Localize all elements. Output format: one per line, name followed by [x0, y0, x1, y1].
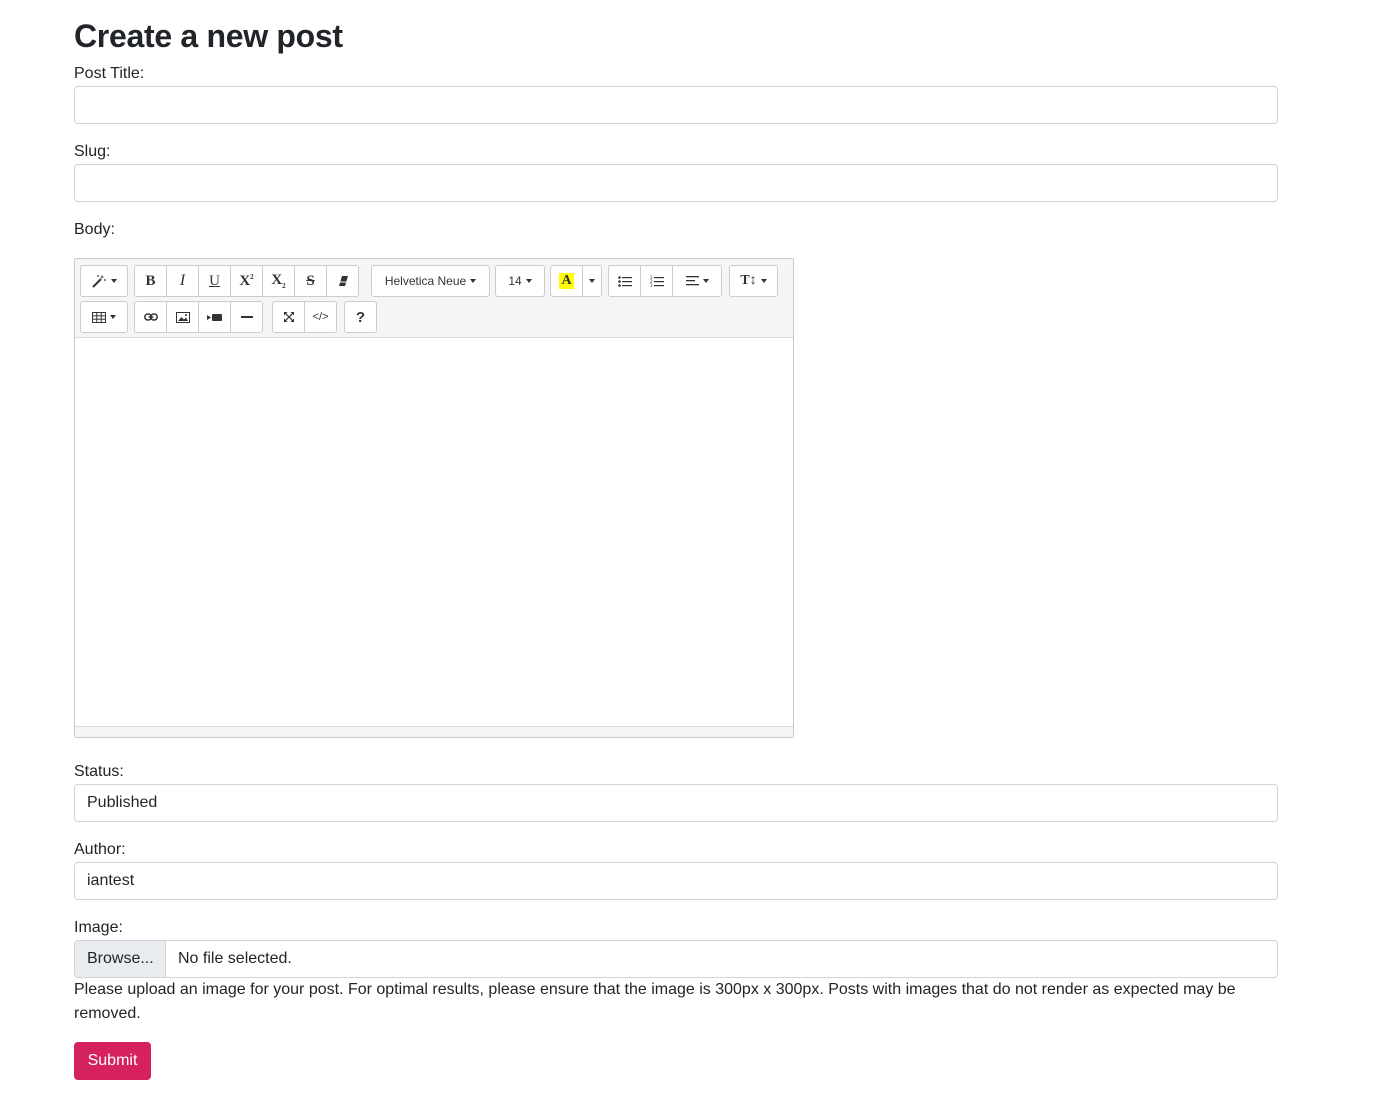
- highlight-color-button[interactable]: A: [550, 265, 583, 297]
- caret-down-icon: [760, 279, 767, 283]
- font-family-dropdown[interactable]: Helvetica Neue: [371, 265, 490, 297]
- image-file-input[interactable]: Browse... No file selected.: [74, 940, 1278, 978]
- link-icon: [143, 312, 158, 322]
- caret-down-icon: [702, 279, 709, 283]
- caret-down-icon: [589, 279, 595, 283]
- code-view-button[interactable]: </>: [304, 301, 337, 333]
- subscript-icon: X2: [271, 272, 286, 290]
- bullet-list-icon: [617, 275, 632, 287]
- caret-down-icon: [470, 279, 477, 283]
- italic-button[interactable]: I: [166, 265, 199, 297]
- editor-toolbar: B I U X2 X2 S Helvetica Neue 14 A 1 2 3 …: [75, 259, 793, 338]
- font-size-dropdown[interactable]: 14: [495, 265, 545, 297]
- body-editable-area[interactable]: [75, 338, 793, 727]
- table-icon: [92, 311, 106, 323]
- post-title-input[interactable]: [74, 86, 1278, 124]
- line-height-icon: T↕: [740, 273, 757, 288]
- bold-icon: B: [145, 272, 156, 289]
- bold-button[interactable]: B: [134, 265, 167, 297]
- help-button[interactable]: ?: [344, 301, 377, 333]
- font-size-value: 14: [508, 274, 522, 288]
- image-help-text: Please upload an image for your post. Fo…: [74, 981, 1236, 1022]
- caret-down-icon: [111, 279, 117, 283]
- page-title: Create a new post: [74, 18, 343, 54]
- picture-icon: [175, 311, 190, 323]
- italic-icon: I: [179, 272, 186, 289]
- file-status-text: No file selected.: [178, 950, 292, 967]
- paragraph-align-dropdown[interactable]: [672, 265, 722, 297]
- insert-picture-button[interactable]: [166, 301, 199, 333]
- unordered-list-button[interactable]: [608, 265, 641, 297]
- author-select[interactable]: iantest: [74, 862, 1278, 900]
- line-height-dropdown[interactable]: T↕: [729, 265, 778, 297]
- table-dropdown-button[interactable]: [80, 301, 128, 333]
- fullscreen-button[interactable]: [272, 301, 305, 333]
- slug-label: Slug:: [74, 143, 111, 160]
- body-editor: B I U X2 X2 S Helvetica Neue 14 A 1 2 3 …: [74, 258, 794, 738]
- submit-button[interactable]: Submit: [74, 1042, 151, 1080]
- strikethrough-button[interactable]: S: [294, 265, 327, 297]
- browse-button[interactable]: Browse...: [75, 941, 166, 977]
- expand-icon: [283, 311, 295, 323]
- post-title-label: Post Title:: [74, 65, 145, 82]
- code-icon: </>: [312, 311, 329, 323]
- video-icon: [207, 313, 222, 322]
- slug-input[interactable]: [74, 164, 1278, 202]
- body-label: Body:: [74, 221, 115, 238]
- insert-link-button[interactable]: [134, 301, 167, 333]
- color-dropdown-toggle[interactable]: [582, 265, 602, 297]
- superscript-icon: X2: [239, 272, 254, 289]
- author-label: Author:: [74, 841, 126, 858]
- eraser-icon: [337, 275, 349, 287]
- editor-resize-bar[interactable]: [75, 726, 793, 737]
- status-label: Status:: [74, 763, 124, 780]
- help-icon: ?: [355, 308, 366, 326]
- underline-button[interactable]: U: [198, 265, 231, 297]
- horizontal-rule-icon: [240, 315, 253, 319]
- caret-down-icon: [110, 315, 116, 319]
- clear-format-button[interactable]: [326, 265, 359, 297]
- highlight-icon: A: [559, 273, 574, 289]
- image-label: Image:: [74, 919, 123, 936]
- strikethrough-icon: S: [306, 272, 315, 289]
- magic-wand-icon: [91, 274, 107, 288]
- status-select[interactable]: Published: [74, 784, 1278, 822]
- svg-text:3: 3: [650, 283, 653, 287]
- horizontal-rule-button[interactable]: [230, 301, 263, 333]
- underline-icon: U: [209, 272, 220, 289]
- caret-down-icon: [525, 279, 532, 283]
- insert-video-button[interactable]: [198, 301, 231, 333]
- subscript-button[interactable]: X2: [262, 265, 295, 297]
- font-family-value: Helvetica Neue: [384, 274, 467, 288]
- ordered-list-button[interactable]: 123: [640, 265, 673, 297]
- superscript-button[interactable]: X2: [230, 265, 263, 297]
- align-left-icon: [685, 276, 699, 286]
- numbered-list-icon: 123: [650, 275, 664, 287]
- style-dropdown-button[interactable]: [80, 265, 128, 297]
